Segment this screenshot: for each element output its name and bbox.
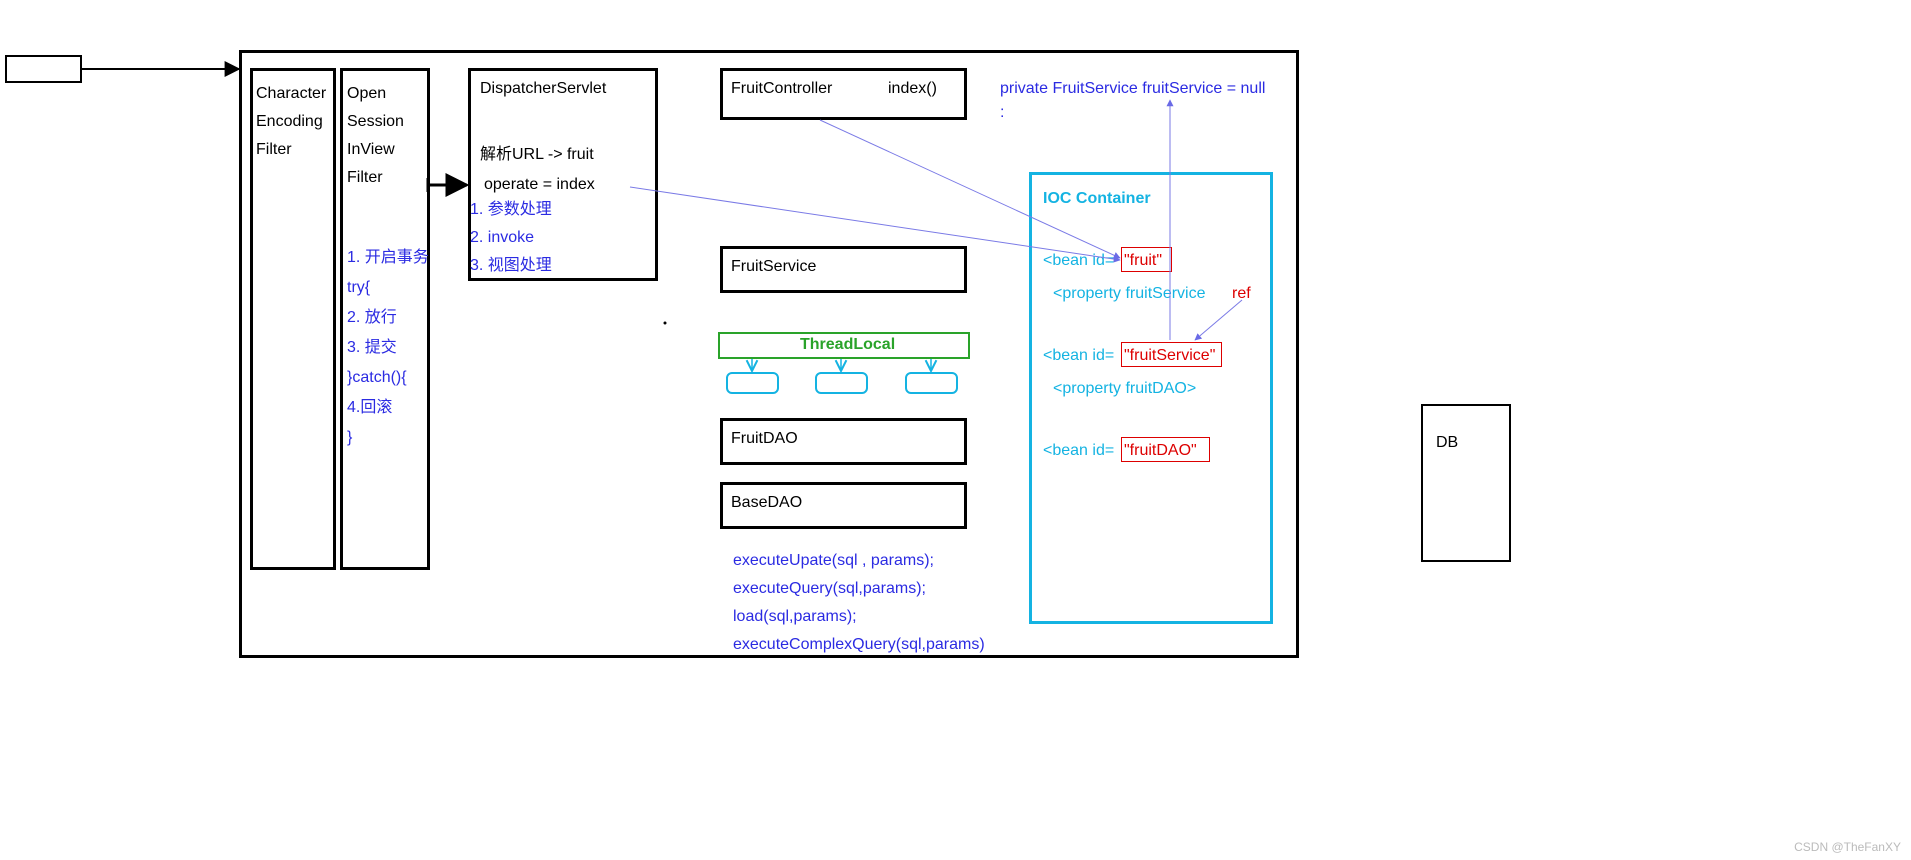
fruit-service-label: FruitService: [731, 258, 816, 276]
bean2-id: "fruitService": [1124, 347, 1215, 365]
db-box: [1421, 404, 1511, 562]
bean1-prefix: <bean id=: [1043, 252, 1114, 270]
bean2-prop: <property fruitDAO>: [1053, 380, 1196, 398]
thread-local-slot-2: [815, 372, 868, 394]
fruit-controller-label: FruitController: [731, 80, 832, 98]
dao-methods-label: executeUpate(sql , params); executeQuery…: [733, 547, 985, 659]
ioc-container-box: [1029, 172, 1273, 624]
dispatcher-line1: 解析URL -> fruit: [480, 140, 594, 164]
thread-local-slot-1: [726, 372, 779, 394]
tx-steps-label: 1. 开启事务 try{ 2. 放行 3. 提交 }catch(){ 4.回滚 …: [347, 243, 429, 453]
dispatcher-title: DispatcherServlet: [480, 80, 606, 98]
bean2-prefix: <bean id=: [1043, 347, 1114, 365]
watermark: CSDN @TheFanXY: [1794, 840, 1901, 854]
thread-local-slot-3: [905, 372, 958, 394]
bean3-id: "fruitDAO": [1124, 442, 1197, 460]
bean1-prop: <property fruitService: [1053, 285, 1206, 303]
thread-local-label: ThreadLocal: [800, 336, 895, 354]
dispatcher-line2: operate = index: [484, 176, 595, 194]
diagram-stage: Character Encoding Filter Open Session I…: [0, 0, 1911, 860]
entry-box: [5, 55, 82, 83]
db-label: DB: [1436, 434, 1458, 452]
session-filter-label: Open Session InView Filter: [347, 80, 404, 192]
declaration-label: private FruitService fruitService = null…: [1000, 77, 1265, 125]
bean1-id: "fruit": [1124, 252, 1162, 270]
char-encoding-filter-label: Character Encoding Filter: [256, 80, 326, 164]
base-dao-label: BaseDAO: [731, 494, 802, 512]
bean1-ref: ref: [1232, 285, 1251, 303]
fruit-controller-method: index(): [888, 80, 937, 98]
dispatcher-steps: 1. 参数处理 2. invoke 3. 视图处理: [470, 196, 552, 280]
ioc-title: IOC Container: [1043, 190, 1151, 208]
fruit-dao-label: FruitDAO: [731, 430, 798, 448]
bean3-prefix: <bean id=: [1043, 442, 1114, 460]
